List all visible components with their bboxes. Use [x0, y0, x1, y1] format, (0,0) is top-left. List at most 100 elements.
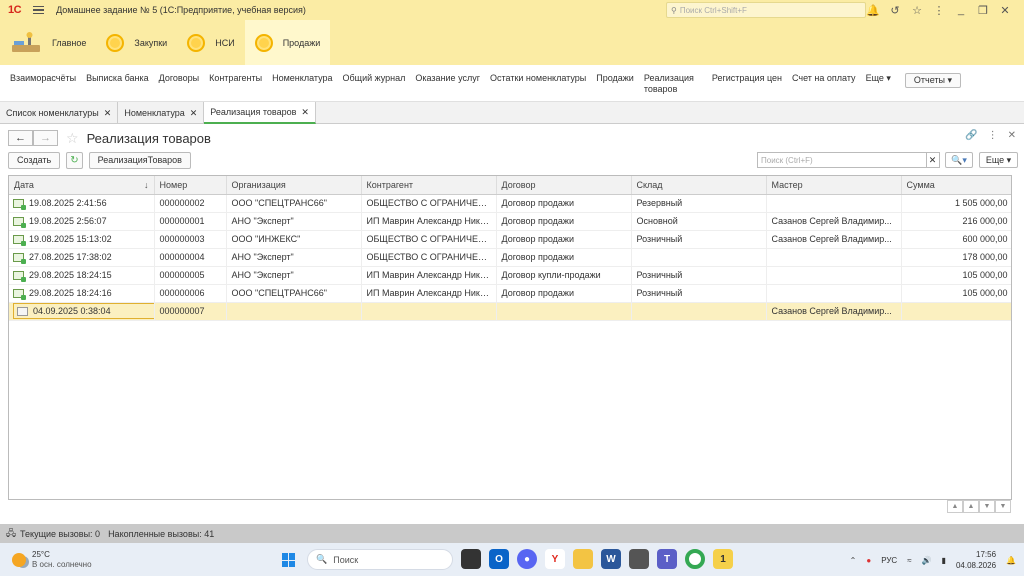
cmd-nomenclature[interactable]: Номенклатура — [272, 73, 332, 84]
cell-warehouse[interactable]: Розничный — [631, 284, 767, 303]
cell-sum[interactable]: 1 505 000,00 — [901, 194, 1011, 213]
col-counterparty[interactable]: Контрагент — [361, 176, 497, 195]
cell-contract[interactable]: Договор продажи — [496, 284, 632, 303]
cell-date[interactable]: 19.08.2025 15:13:02 — [9, 230, 155, 249]
cmd-general-journal[interactable]: Общий журнал — [343, 73, 406, 84]
battery-icon[interactable]: ▮ — [942, 556, 946, 565]
cell-warehouse[interactable]: Резервный — [631, 194, 767, 213]
favorite-star-icon[interactable]: ☆ — [66, 130, 79, 147]
cell-counterparty[interactable]: ОБЩЕСТВО С ОГРАНИЧЕН... — [361, 230, 497, 249]
cell-sum[interactable]: 178 000,00 — [901, 248, 1011, 267]
cell-sum[interactable]: 216 000,00 — [901, 212, 1011, 231]
menu-dots-icon[interactable]: ⋮ — [988, 130, 998, 141]
cell-organization[interactable] — [226, 302, 362, 321]
cell-organization[interactable]: АНО "Эксперт" — [226, 248, 362, 267]
cell-contract[interactable]: Договор купли-продажи — [496, 266, 632, 285]
tray-app-icon[interactable]: ● — [866, 556, 871, 565]
cell-sum[interactable]: 105 000,00 — [901, 284, 1011, 303]
cell-warehouse[interactable]: Розничный — [631, 266, 767, 285]
cell-number[interactable]: 000000001 — [154, 212, 227, 231]
chrome-icon[interactable] — [685, 549, 705, 569]
cell-counterparty[interactable]: ИП Маврин Александр Нико... — [361, 266, 497, 285]
table-row[interactable]: 27.08.2025 17:38:02 000000004 АНО "Эксперт… — [9, 248, 1011, 267]
cell-number[interactable]: 000000004 — [154, 248, 227, 267]
history-icon[interactable]: ↺ — [884, 2, 906, 18]
clear-icon[interactable]: ✕ — [926, 152, 940, 168]
notifications-icon[interactable]: 🔔 — [1006, 556, 1016, 565]
close-icon[interactable]: ✕ — [104, 108, 112, 119]
cmd-more[interactable]: Еще ▾ — [866, 73, 891, 84]
back-arrow-icon[interactable]: ← — [8, 130, 33, 146]
list-search-input[interactable]: Поиск (Ctrl+F) — [757, 152, 927, 168]
cell-date[interactable]: 29.08.2025 18:24:15 — [9, 266, 155, 285]
windows-start-icon[interactable] — [282, 553, 296, 567]
table-row[interactable]: 19.08.2025 2:41:56 000000002 ООО "СПЕЦТРАН… — [9, 194, 1011, 213]
tab-nomenclature-list[interactable]: Список номенклатуры ✕ — [0, 102, 119, 124]
language-indicator[interactable]: РУС — [881, 556, 897, 565]
tab-nomenclature[interactable]: Номенклатура ✕ — [118, 102, 205, 124]
cell-counterparty[interactable]: ОБЩЕСТВО С ОГРАНИЧЕН... — [361, 248, 497, 267]
taskbar-search[interactable]: 🔍 Поиск — [307, 549, 453, 570]
cmd-stock-balances[interactable]: Остатки номенклатуры — [490, 73, 586, 84]
cmd-invoice[interactable]: Счет на оплату — [792, 73, 856, 84]
table-row[interactable]: 04.09.2025 0:38:04 000000007 Сазанов Серге… — [9, 302, 1011, 321]
col-master[interactable]: Мастер — [766, 176, 902, 195]
table-row[interactable]: 29.08.2025 18:24:15 000000005 АНО "Эксперт… — [9, 266, 1011, 285]
close-icon[interactable]: ✕ — [994, 2, 1016, 18]
chevron-up-icon[interactable]: ⌃ — [850, 556, 857, 565]
cell-contract[interactable]: Договор продажи — [496, 194, 632, 213]
cell-organization[interactable]: ООО "ИНЖЕКС" — [226, 230, 362, 249]
outlook-icon[interactable]: O — [489, 549, 509, 569]
refresh-button[interactable]: ↻ — [66, 151, 83, 169]
cell-warehouse[interactable] — [631, 248, 767, 267]
cell-date[interactable]: 04.09.2025 0:38:04 — [9, 302, 155, 321]
cell-date[interactable]: 19.08.2025 2:56:07 — [9, 212, 155, 231]
cell-counterparty[interactable]: ИП Маврин Александр Нико... — [361, 284, 497, 303]
close-icon[interactable]: ✕ — [190, 108, 198, 119]
clock[interactable]: 17:56 04.08.2026 — [956, 549, 996, 571]
cell-master[interactable]: Сазанов Сергей Владимир... — [766, 302, 902, 321]
bell-icon[interactable]: 🔔 — [862, 2, 884, 18]
link-icon[interactable]: 🔗 — [965, 130, 977, 141]
col-warehouse[interactable]: Склад — [631, 176, 767, 195]
cell-master[interactable]: Сазанов Сергей Владимир... — [766, 212, 902, 231]
cell-sum[interactable]: 105 000,00 — [901, 266, 1011, 285]
cell-organization[interactable]: АНО "Эксперт" — [226, 266, 362, 285]
cmd-sales[interactable]: Продажи — [596, 73, 634, 84]
cell-sum[interactable] — [901, 302, 1011, 321]
reports-button[interactable]: Отчеты ▾ — [904, 73, 962, 88]
col-date[interactable]: Дата ↓ — [9, 176, 155, 195]
cmd-settlements[interactable]: Взаиморасчёты — [10, 73, 76, 84]
cell-warehouse[interactable]: Розничный — [631, 230, 767, 249]
global-search-input[interactable]: ⚲ Поиск Ctrl+Shift+F — [666, 2, 866, 18]
table-row[interactable]: 19.08.2025 2:56:07 000000001 АНО "Эксперт"… — [9, 212, 1011, 231]
app-icon[interactable] — [629, 549, 649, 569]
cell-master[interactable] — [766, 248, 902, 267]
cell-master[interactable] — [766, 194, 902, 213]
cell-number[interactable]: 000000007 — [154, 302, 227, 321]
find-button[interactable]: 🔍 ▾ — [945, 152, 973, 168]
col-sum[interactable]: Сумма — [901, 176, 1011, 195]
restore-icon[interactable]: ❐ — [972, 2, 994, 18]
table-row[interactable]: 29.08.2025 18:24:16 000000006 ООО "СПЕЦТРА… — [9, 284, 1011, 303]
cell-master[interactable] — [766, 284, 902, 303]
teams-icon[interactable]: T — [657, 549, 677, 569]
table-row[interactable]: 19.08.2025 15:13:02 000000003 ООО "ИНЖЕКС"… — [9, 230, 1011, 249]
1c-app-icon[interactable]: 1 — [713, 549, 733, 569]
cell-organization[interactable]: ООО "СПЕЦТРАНС66" — [226, 284, 362, 303]
more-button[interactable]: Еще ▾ — [979, 152, 1018, 168]
section-nsi[interactable]: НСИ — [177, 20, 244, 65]
minimize-icon[interactable]: _ — [950, 2, 972, 18]
task-view-icon[interactable] — [461, 549, 481, 569]
cell-master[interactable] — [766, 266, 902, 285]
section-purchases[interactable]: Закупки — [96, 20, 177, 65]
menu-dots-icon[interactable]: ⋮ — [928, 2, 950, 18]
create-button[interactable]: Создать — [8, 151, 61, 169]
cmd-counterparties[interactable]: Контрагенты — [209, 73, 262, 84]
section-main[interactable]: Главное — [0, 20, 96, 65]
cell-warehouse[interactable]: Основной — [631, 212, 767, 231]
cell-master[interactable]: Сазанов Сергей Владимир... — [766, 230, 902, 249]
cell-number[interactable]: 000000006 — [154, 284, 227, 303]
cmd-contracts[interactable]: Договоры — [159, 73, 199, 84]
tab-goods-sale[interactable]: Реализация товаров ✕ — [204, 102, 316, 124]
